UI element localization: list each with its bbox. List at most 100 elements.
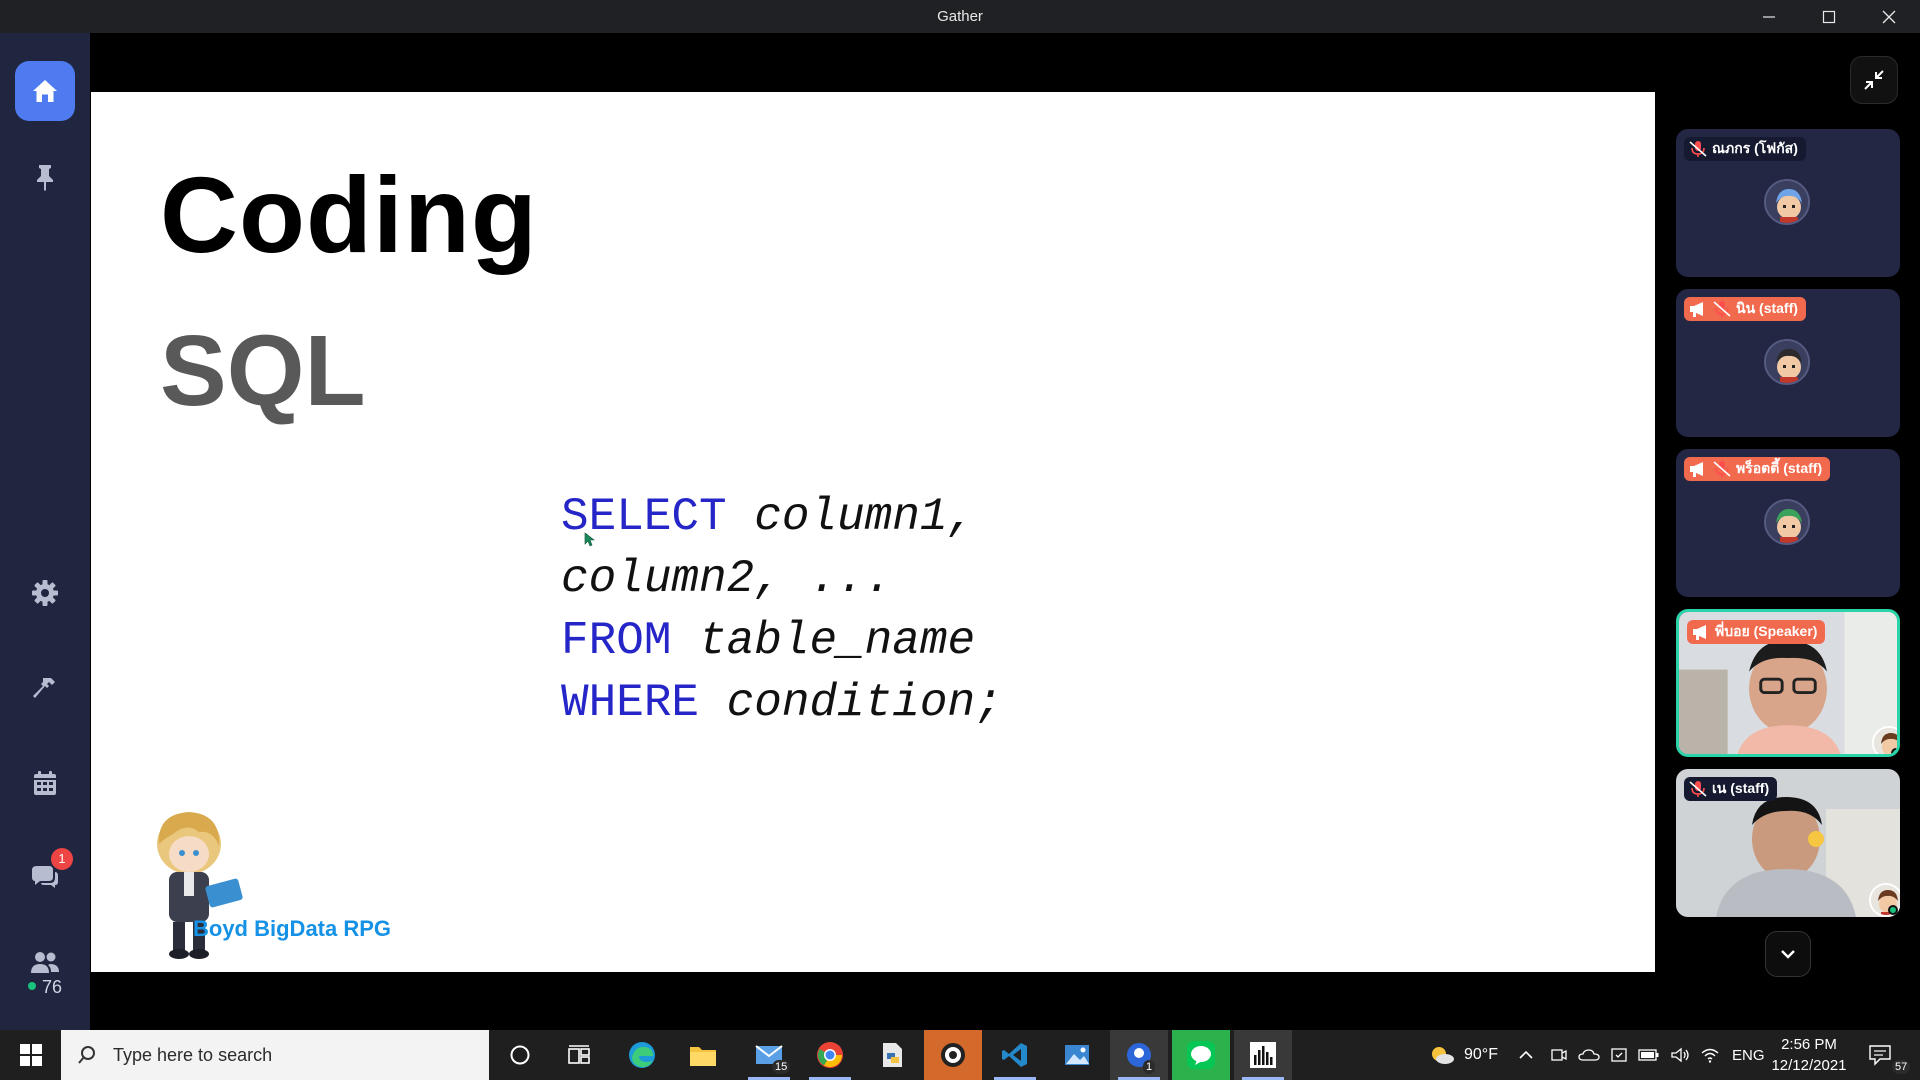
show-hidden-icons-button[interactable] [1518, 1030, 1534, 1080]
cortana-circle-icon [510, 1045, 530, 1065]
audio-app-button[interactable] [1234, 1030, 1292, 1080]
participant-label: เน (staff) [1684, 777, 1778, 801]
photos-button[interactable] [1048, 1030, 1106, 1080]
zoom-gather-button[interactable]: 1 [1110, 1030, 1168, 1080]
task-view-icon [568, 1045, 590, 1064]
pin-button[interactable] [15, 147, 75, 207]
sql-identifier: column1, [726, 491, 976, 543]
weather-widget[interactable]: 90°F [1428, 1030, 1498, 1080]
photos-icon [1065, 1045, 1089, 1065]
participant-tile[interactable]: นิน (staff) [1676, 289, 1900, 437]
window-title: Gather [937, 8, 983, 25]
scroll-participants-button[interactable] [1765, 931, 1811, 977]
slide-subtitle: SQL [160, 315, 366, 427]
volume-icon[interactable] [1670, 1046, 1690, 1064]
sql-keyword: FROM [561, 615, 672, 667]
app-count-badge: 1 [1143, 1060, 1156, 1074]
megaphone-icon [1690, 462, 1703, 477]
participant-name: เน (staff) [1712, 780, 1770, 796]
mic-muted-icon [1689, 141, 1707, 157]
calendar-button[interactable] [15, 753, 75, 813]
participant-tile[interactable]: ณภกร (โฟกัส) [1676, 129, 1900, 277]
python-file-icon [883, 1043, 902, 1067]
close-button[interactable] [1860, 0, 1918, 33]
settings-button[interactable] [15, 563, 75, 623]
gear-icon [32, 580, 58, 606]
sql-identifier: column2, ... [561, 553, 893, 605]
chrome-icon [817, 1042, 843, 1068]
close-icon [1882, 10, 1896, 23]
line-button[interactable] [1172, 1030, 1230, 1080]
people-icon [31, 952, 59, 973]
online-count: 76 [0, 977, 90, 998]
clock-date: 12/12/2021 [1771, 1057, 1847, 1074]
slide-title: Coding [160, 154, 538, 275]
taskbar-clock[interactable]: 2:56 PM 12/12/2021 [1760, 1034, 1858, 1076]
chrome-button[interactable] [801, 1030, 859, 1080]
status-online-dot [1888, 905, 1898, 915]
action-center-button[interactable]: 57 [1868, 1030, 1911, 1080]
chevron-down-icon [1781, 950, 1795, 959]
tray-icons [1550, 1030, 1720, 1080]
file-explorer-button[interactable] [674, 1030, 732, 1080]
maximize-button[interactable] [1800, 0, 1858, 33]
participant-avatar [1764, 179, 1810, 225]
minimize-icon [1763, 15, 1775, 18]
partly-sunny-icon [1432, 1047, 1454, 1064]
participant-label: พร็อตตี้ (staff) [1684, 457, 1831, 481]
pin-icon [37, 165, 53, 191]
wifi-icon[interactable] [1700, 1046, 1720, 1064]
participant-tile[interactable]: พี่บอย (Speaker) [1676, 609, 1900, 757]
sql-keyword: WHERE [561, 677, 700, 729]
participant-label: นิน (staff) [1684, 297, 1806, 321]
task-view-button[interactable] [550, 1030, 608, 1080]
collapse-screenshare-button[interactable] [1850, 56, 1898, 104]
vscode-button[interactable] [986, 1030, 1044, 1080]
participant-name: ณภกร (โฟกัส) [1712, 140, 1798, 156]
start-button[interactable] [2, 1030, 60, 1080]
mic-muted-icon [1689, 781, 1707, 797]
calendar-icon [34, 771, 56, 795]
build-button[interactable] [15, 658, 75, 718]
hammer-icon [33, 678, 55, 698]
online-dot [27, 982, 36, 991]
mail-button[interactable]: 15 [740, 1030, 798, 1080]
vscode-icon [1002, 1043, 1027, 1067]
python-file-button[interactable] [863, 1030, 921, 1080]
participant-avatar [1764, 339, 1810, 385]
windows-logo-icon [20, 1044, 42, 1066]
onedrive-icon[interactable] [1578, 1047, 1600, 1063]
minimize-button[interactable] [1740, 0, 1798, 33]
megaphone-icon [1693, 625, 1706, 640]
home-icon [33, 80, 57, 102]
line-chat-icon [1187, 1041, 1215, 1069]
code-line: WHERE condition; [561, 672, 1003, 734]
clock-time: 2:56 PM [1781, 1036, 1837, 1053]
participant-label: พี่บอย (Speaker) [1687, 620, 1826, 644]
participant-avatar [1764, 499, 1810, 545]
edge-taskbar-button[interactable] [613, 1030, 671, 1080]
taskbar-search[interactable]: Type here to search [61, 1030, 489, 1080]
obs-button[interactable] [924, 1030, 982, 1080]
search-placeholder: Type here to search [113, 1044, 273, 1065]
equalizer-icon [1250, 1042, 1276, 1068]
battery-icon[interactable] [1638, 1048, 1660, 1062]
notification-icon [1869, 1045, 1891, 1066]
security-icon[interactable] [1610, 1046, 1628, 1064]
code-line: SELECT column1, [561, 486, 1003, 548]
meet-now-icon[interactable] [1550, 1046, 1568, 1064]
participant-tile[interactable]: พร็อตตี้ (staff) [1676, 449, 1900, 597]
title-bar: Gather [0, 0, 1920, 33]
chat-button[interactable]: 1 [15, 848, 75, 908]
participant-label: ณภกร (โฟกัส) [1684, 137, 1806, 161]
sql-identifier: condition; [699, 677, 1003, 729]
home-button[interactable] [15, 61, 75, 121]
obs-record-icon [941, 1043, 965, 1067]
sql-identifier: table_name [671, 615, 976, 667]
mic-muted-icon [1713, 461, 1731, 477]
participant-tile[interactable]: เน (staff) [1676, 769, 1900, 917]
chat-unread-badge: 1 [51, 848, 73, 870]
brand-label: Boyd BigData RPG [193, 916, 392, 941]
cortana-button[interactable] [491, 1030, 549, 1080]
folder-icon [690, 1047, 716, 1066]
